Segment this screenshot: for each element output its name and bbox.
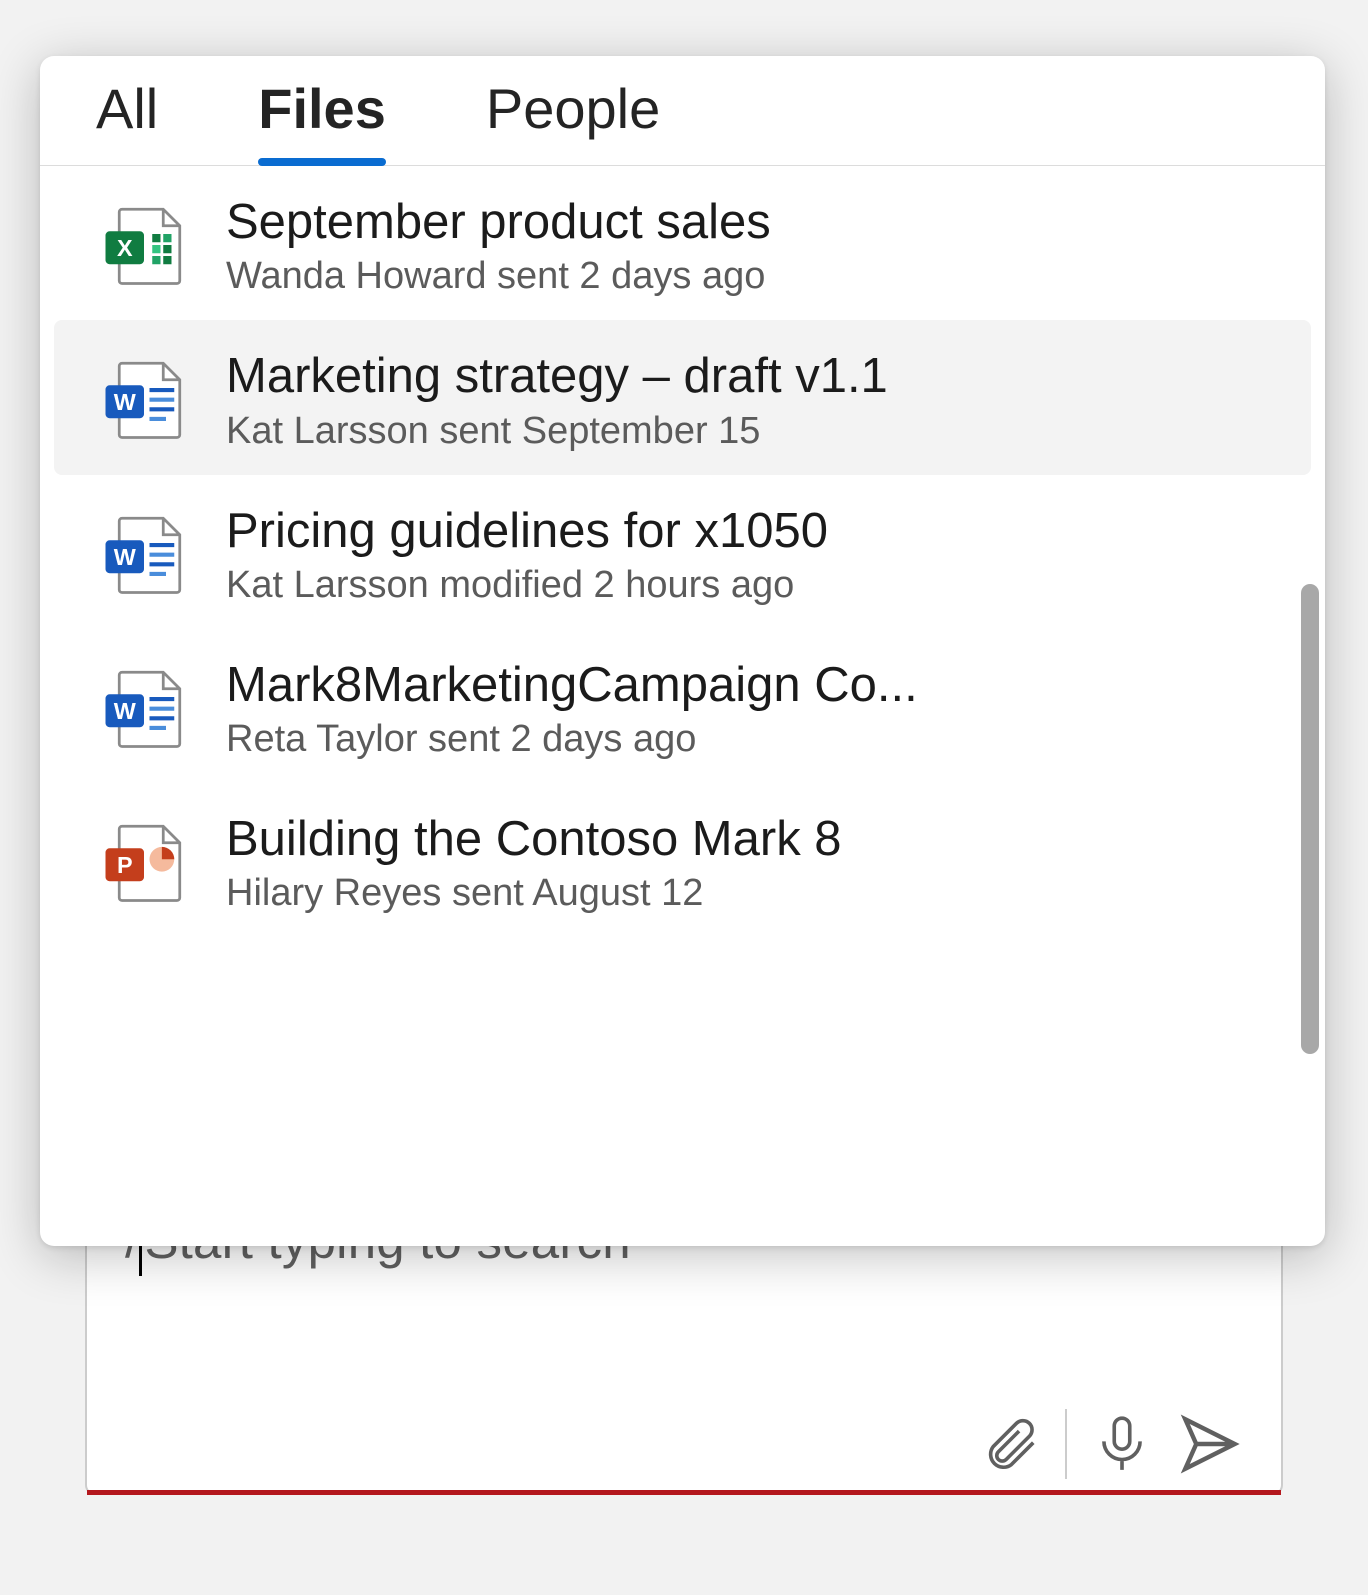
file-title: Building the Contoso Mark 8 (226, 809, 842, 870)
file-meta: Kat Larsson modified 2 hours ago (226, 564, 828, 607)
svg-text:W: W (114, 544, 137, 570)
word-file-icon: W (100, 664, 188, 752)
tab-files[interactable]: Files (258, 76, 386, 165)
file-title: Mark8MarketingCampaign Co... (226, 655, 918, 716)
toolbar-divider (1065, 1409, 1067, 1479)
scrollbar-thumb[interactable] (1301, 584, 1319, 1054)
compose-focus-underline (87, 1490, 1281, 1495)
file-meta: Wanda Howard sent 2 days ago (226, 255, 771, 298)
tab-all[interactable]: All (96, 76, 158, 165)
file-result[interactable]: P Building the Contoso Mark 8Hilary Reye… (40, 783, 1325, 937)
file-meta: Reta Taylor sent 2 days ago (226, 718, 918, 761)
file-result[interactable]: X September product salesWanda Howard se… (40, 166, 1325, 320)
results-list: X September product salesWanda Howard se… (40, 166, 1325, 1224)
file-meta: Kat Larsson sent September 15 (226, 410, 888, 453)
file-result[interactable]: W Pricing guidelines for x1050Kat Larsso… (40, 475, 1325, 629)
file-title: Pricing guidelines for x1050 (226, 501, 828, 562)
attach-icon[interactable] (979, 1413, 1041, 1475)
mic-icon[interactable] (1091, 1413, 1153, 1475)
svg-text:X: X (117, 235, 133, 261)
file-title: September product sales (226, 192, 771, 253)
compose-toolbar (979, 1409, 1243, 1479)
svg-text:P: P (117, 852, 133, 878)
word-file-icon: W (100, 510, 188, 598)
excel-file-icon: X (100, 201, 188, 289)
word-file-icon: W (100, 355, 188, 443)
file-title: Marketing strategy – draft v1.1 (226, 346, 888, 407)
svg-text:W: W (114, 389, 137, 415)
svg-text:W: W (114, 698, 137, 724)
send-icon[interactable] (1177, 1411, 1243, 1477)
filter-tabs: All Files People (40, 56, 1325, 166)
file-result[interactable]: W Mark8MarketingCampaign Co...Reta Taylo… (40, 629, 1325, 783)
tab-people[interactable]: People (486, 76, 660, 165)
file-meta: Hilary Reyes sent August 12 (226, 872, 842, 915)
powerpoint-file-icon: P (100, 818, 188, 906)
search-suggestions-flyout: All Files People X September product sales… (40, 56, 1325, 1246)
file-result[interactable]: W Marketing strategy – draft v1.1Kat Lar… (54, 320, 1311, 474)
